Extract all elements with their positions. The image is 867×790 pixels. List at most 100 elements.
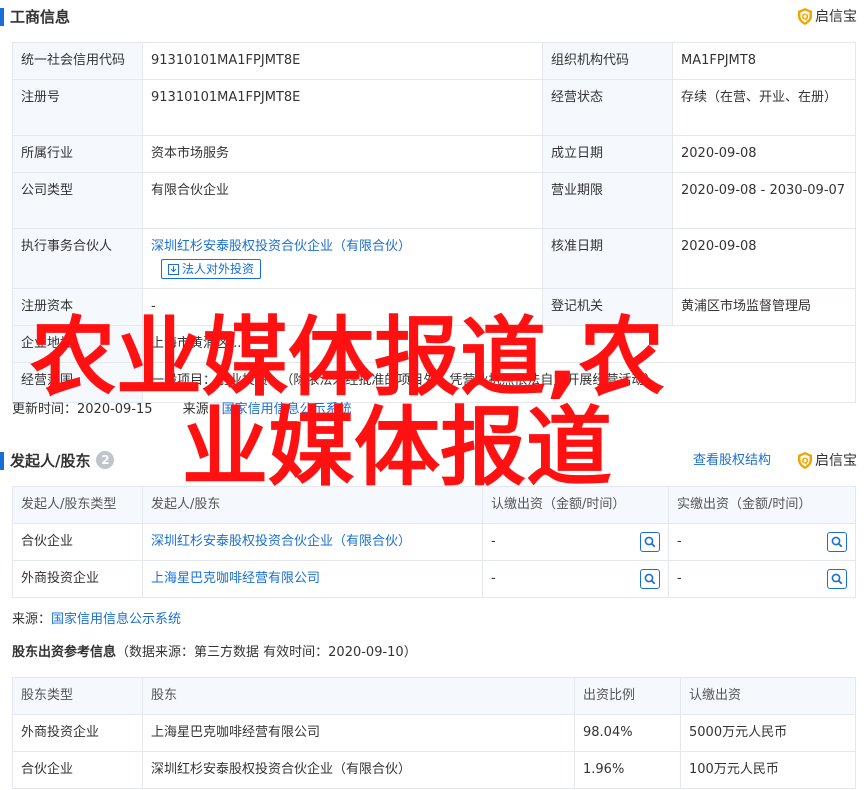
table-row: 合伙企业 深圳红杉安泰股权投资合伙企业（有限合伙） - - bbox=[12, 523, 856, 561]
authority-label: 登记机关 bbox=[542, 288, 673, 326]
update-meta: 更新时间：2020-09-15 来源：国家信用信息公示系统 bbox=[12, 401, 352, 419]
section-accent-bar bbox=[0, 452, 4, 470]
term-value: 2020-09-08 - 2030-09-07 bbox=[672, 172, 856, 229]
svg-text:Q: Q bbox=[802, 457, 809, 466]
credit-code-value: 91310101MA1FPJMT8E bbox=[142, 42, 543, 80]
table-row: 企业地址 上海市黄浦区... bbox=[12, 325, 856, 363]
table-header-row: 股东类型 股东 出资比例 认缴出资 bbox=[12, 677, 856, 715]
table-row: 注册资本 - 登记机关 黄浦区市场监督管理局 bbox=[12, 288, 856, 326]
col-header: 认缴出资（金额/时间） bbox=[482, 486, 669, 524]
search-detail-button[interactable] bbox=[827, 569, 847, 589]
business-info-table: 统一社会信用代码 91310101MA1FPJMT8E 组织机构代码 MA1FP… bbox=[12, 42, 856, 403]
term-label: 营业期限 bbox=[542, 172, 673, 229]
table-row: 公司类型 有限合伙企业 营业期限 2020-09-08 - 2030-09-07 bbox=[12, 172, 856, 229]
reg-no-label: 注册号 bbox=[12, 79, 143, 136]
source-link[interactable]: 国家信用信息公示系统 bbox=[51, 612, 181, 627]
company-type-label: 公司类型 bbox=[12, 172, 143, 229]
shareholder-name-link[interactable]: 深圳红杉安泰股权投资合伙企业（有限合伙） bbox=[142, 523, 483, 561]
investment-icon bbox=[168, 264, 179, 275]
search-icon bbox=[831, 573, 843, 585]
legal-investment-button[interactable]: 法人对外投资 bbox=[161, 259, 262, 279]
shareholder-source: 来源：国家信用信息公示系统 bbox=[12, 611, 181, 629]
scope-label: 经营范围 bbox=[12, 362, 143, 403]
managing-partner-cell: 深圳红杉安泰股权投资合伙企业（有限合伙） 法人对外投资 bbox=[142, 228, 543, 289]
section-accent-bar bbox=[0, 8, 4, 26]
source-link[interactable]: 国家信用信息公示系统 bbox=[222, 402, 352, 417]
approval-date-label: 核准日期 bbox=[542, 228, 673, 289]
reg-no-value: 91310101MA1FPJMT8E bbox=[142, 79, 543, 136]
shareholder-type: 外商投资企业 bbox=[12, 560, 143, 598]
ref-amount: 100万元人民币 bbox=[680, 751, 856, 789]
address-label: 企业地址 bbox=[12, 325, 143, 363]
scope-value: 一般项目：创业投资...（除依法须经批准的项目外，凭营业执照依法自主开展经营活动… bbox=[142, 362, 856, 403]
managing-partner-link[interactable]: 深圳红杉安泰股权投资合伙企业（有限合伙） bbox=[151, 237, 534, 257]
col-header: 认缴出资 bbox=[680, 677, 856, 715]
ref-amount: 5000万元人民币 bbox=[680, 714, 856, 752]
shareholders-table: 发起人/股东类型 发起人/股东 认缴出资（金额/时间） 实缴出资（金额/时间） … bbox=[12, 486, 856, 598]
search-detail-button[interactable] bbox=[640, 569, 660, 589]
shareholder-type: 合伙企业 bbox=[12, 523, 143, 561]
svg-text:Q: Q bbox=[802, 13, 809, 22]
shareholder-name-link[interactable]: 上海星巴克咖啡经营有限公司 bbox=[142, 560, 483, 598]
search-detail-button[interactable] bbox=[827, 532, 847, 552]
ref-ratio: 98.04% bbox=[574, 714, 681, 752]
section-title: 发起人/股东 2 bbox=[10, 449, 115, 473]
updated-label: 更新时间： bbox=[12, 402, 78, 417]
subscribed-cell: - bbox=[482, 523, 669, 561]
approval-date-value: 2020-09-08 bbox=[672, 228, 856, 289]
table-row: 所属行业 资本市场服务 成立日期 2020-09-08 bbox=[12, 135, 856, 173]
brand-name: 启信宝 bbox=[815, 9, 857, 25]
shareholder-count-badge: 2 bbox=[96, 451, 115, 469]
shield-icon: Q bbox=[798, 8, 812, 25]
reference-title: 股东出资参考信息 bbox=[12, 645, 117, 660]
address-value: 上海市黄浦区... bbox=[142, 325, 856, 363]
table-row: 合伙企业 深圳红杉安泰股权投资合伙企业（有限合伙） 1.96% 100万元人民币 bbox=[12, 751, 856, 789]
subscribed-value: - bbox=[491, 534, 496, 549]
table-row: 经营范围 一般项目：创业投资...（除依法须经批准的项目外，凭营业执照依法自主开… bbox=[12, 362, 856, 403]
company-type-value: 有限合伙企业 bbox=[142, 172, 543, 229]
ref-type: 合伙企业 bbox=[12, 751, 143, 789]
col-header: 出资比例 bbox=[574, 677, 681, 715]
ref-name: 深圳红杉安泰股权投资合伙企业（有限合伙） bbox=[142, 751, 575, 789]
source-label: 来源： bbox=[12, 612, 52, 627]
col-header: 股东 bbox=[142, 677, 575, 715]
col-header: 实缴出资（金额/时间） bbox=[668, 486, 856, 524]
capital-value: - bbox=[142, 288, 543, 326]
subscribed-cell: - bbox=[482, 560, 669, 598]
section-title: 工商信息 bbox=[10, 8, 71, 26]
equity-structure-link[interactable]: 查看股权结构 bbox=[693, 450, 771, 472]
capital-label: 注册资本 bbox=[12, 288, 143, 326]
table-header-row: 发起人/股东类型 发起人/股东 认缴出资（金额/时间） 实缴出资（金额/时间） bbox=[12, 486, 856, 524]
credit-code-label: 统一社会信用代码 bbox=[12, 42, 143, 80]
legal-investment-label: 法人对外投资 bbox=[182, 262, 255, 276]
reference-header: 股东出资参考信息（数据来源：第三方数据 有效时间：2020-09-10） bbox=[12, 644, 417, 662]
col-header: 发起人/股东类型 bbox=[12, 486, 143, 524]
ref-type: 外商投资企业 bbox=[12, 714, 143, 752]
search-detail-button[interactable] bbox=[640, 532, 660, 552]
founded-label: 成立日期 bbox=[542, 135, 673, 173]
reference-note: （数据来源：第三方数据 有效时间：2020-09-10） bbox=[116, 645, 417, 660]
brand-logo[interactable]: Q 启信宝 bbox=[798, 450, 857, 472]
brand-name: 启信宝 bbox=[815, 453, 857, 469]
founded-value: 2020-09-08 bbox=[672, 135, 856, 173]
source-label: 来源： bbox=[182, 402, 222, 417]
authority-value: 黄浦区市场监督管理局 bbox=[672, 288, 856, 326]
reference-table: 股东类型 股东 出资比例 认缴出资 外商投资企业 上海星巴克咖啡经营有限公司 9… bbox=[12, 677, 856, 789]
paid-value: - bbox=[677, 571, 682, 586]
updated-value: 2020-09-15 bbox=[77, 402, 153, 417]
org-code-label: 组织机构代码 bbox=[542, 42, 673, 80]
industry-label: 所属行业 bbox=[12, 135, 143, 173]
ref-name: 上海星巴克咖啡经营有限公司 bbox=[142, 714, 575, 752]
table-row: 外商投资企业 上海星巴克咖啡经营有限公司 98.04% 5000万元人民币 bbox=[12, 714, 856, 752]
shareholders-title: 发起人/股东 bbox=[10, 452, 91, 470]
industry-value: 资本市场服务 bbox=[142, 135, 543, 173]
paid-cell: - bbox=[668, 560, 856, 598]
business-info-header: 工商信息 Q 启信宝 bbox=[0, 2, 867, 32]
col-header: 股东类型 bbox=[12, 677, 143, 715]
brand-logo[interactable]: Q 启信宝 bbox=[798, 6, 857, 28]
status-value: 存续（在营、开业、在册） bbox=[672, 79, 856, 136]
search-icon bbox=[644, 573, 656, 585]
status-label: 经营状态 bbox=[542, 79, 673, 136]
ref-ratio: 1.96% bbox=[574, 751, 681, 789]
search-icon bbox=[644, 536, 656, 548]
